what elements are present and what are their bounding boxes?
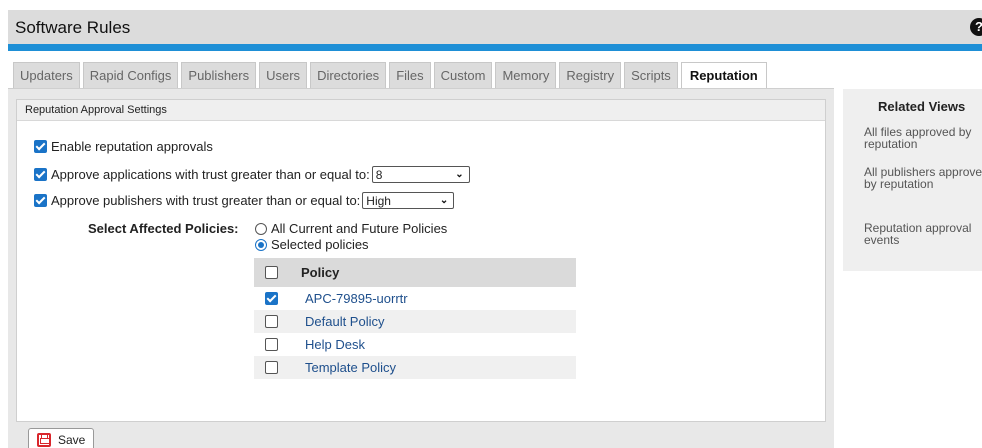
chevron-down-icon: ⌄ [439,195,449,206]
policy-link[interactable]: APC-79895-uorrtr [301,291,408,306]
app-trust-value: 8 [375,167,383,182]
publisher-trust-value: High [366,193,391,208]
app-trust-label: Approve applications with trust greater … [51,167,370,182]
related-views-panel: Related Views All files approved by repu… [843,89,982,271]
table-row: Help Desk [254,333,576,356]
save-icon [37,433,51,447]
app-trust-row: Approve applications with trust greater … [34,166,470,183]
enable-reputation-label: Enable reputation approvals [51,139,213,154]
publisher-trust-row: Approve publishers with trust greater th… [34,192,455,209]
tab-panel: Reputation Approval Settings Enable repu… [8,89,834,448]
reputation-settings-panel: Reputation Approval Settings Enable repu… [16,99,826,422]
radio-selected-button[interactable] [255,238,267,251]
policy-checkbox[interactable] [265,361,278,374]
tab-scripts[interactable]: Scripts [624,62,678,89]
radio-all-button[interactable] [255,222,267,235]
table-row: APC-79895-uorrtr [254,287,576,310]
policy-column-header: Policy [301,265,340,280]
publisher-trust-checkbox[interactable] [34,194,47,207]
publisher-trust-select[interactable]: High ⌄ [362,192,455,209]
accent-bar [8,44,982,51]
tab-directories[interactable]: Directories [310,62,387,89]
related-link-publishers[interactable]: All publishers approved by reputation [864,166,982,190]
save-label: Save [58,433,86,447]
save-button[interactable]: Save [28,428,95,448]
policy-checkbox[interactable] [265,338,278,351]
app-trust-select[interactable]: 8 ⌄ [371,166,470,183]
tab-rapid-configs[interactable]: Rapid Configs [82,62,179,89]
tab-reputation[interactable]: Reputation [680,62,767,90]
radio-all-policies[interactable]: All Current and Future Policies [255,221,447,236]
radio-selected-label: Selected policies [271,237,369,252]
policy-link[interactable]: Default Policy [301,314,384,329]
related-link-events[interactable]: Reputation approval events [864,222,982,246]
table-row: Template Policy [254,356,576,379]
tab-publishers[interactable]: Publishers [181,62,257,89]
radio-selected-policies[interactable]: Selected policies [255,237,369,252]
related-link-files[interactable]: All files approved by reputation [864,126,982,150]
tab-updaters[interactable]: Updaters [13,62,80,89]
policy-checkbox[interactable] [265,292,278,305]
tab-users[interactable]: Users [259,62,308,89]
policy-table-header: Policy [254,258,576,287]
tab-files[interactable]: Files [389,62,431,89]
page-title: Software Rules [15,18,131,37]
policy-table: Policy APC-79895-uorrtr Default Policy H… [254,258,576,379]
help-icon[interactable]: ? [970,18,982,36]
policy-link[interactable]: Help Desk [301,337,365,352]
publisher-trust-label: Approve publishers with trust greater th… [51,193,361,208]
enable-reputation-checkbox[interactable] [34,140,47,153]
page-header: Software Rules ? [8,10,982,44]
radio-all-label: All Current and Future Policies [271,221,448,236]
tab-strip: Updaters Rapid Configs Publishers Users … [13,62,770,90]
policy-link[interactable]: Template Policy [301,360,396,375]
table-row: Default Policy [254,310,576,333]
tab-registry[interactable]: Registry [559,62,622,89]
chevron-down-icon: ⌄ [455,169,464,180]
app-trust-checkbox[interactable] [34,168,47,181]
policy-checkbox[interactable] [265,315,278,328]
tab-custom[interactable]: Custom [433,62,493,89]
related-views-title: Related Views [878,99,966,114]
enable-reputation-row: Enable reputation approvals [34,139,213,154]
select-all-checkbox[interactable] [265,266,278,279]
policies-label: Select Affected Policies: [88,221,239,236]
tab-memory[interactable]: Memory [495,62,557,89]
section-title: Reputation Approval Settings [17,100,825,121]
